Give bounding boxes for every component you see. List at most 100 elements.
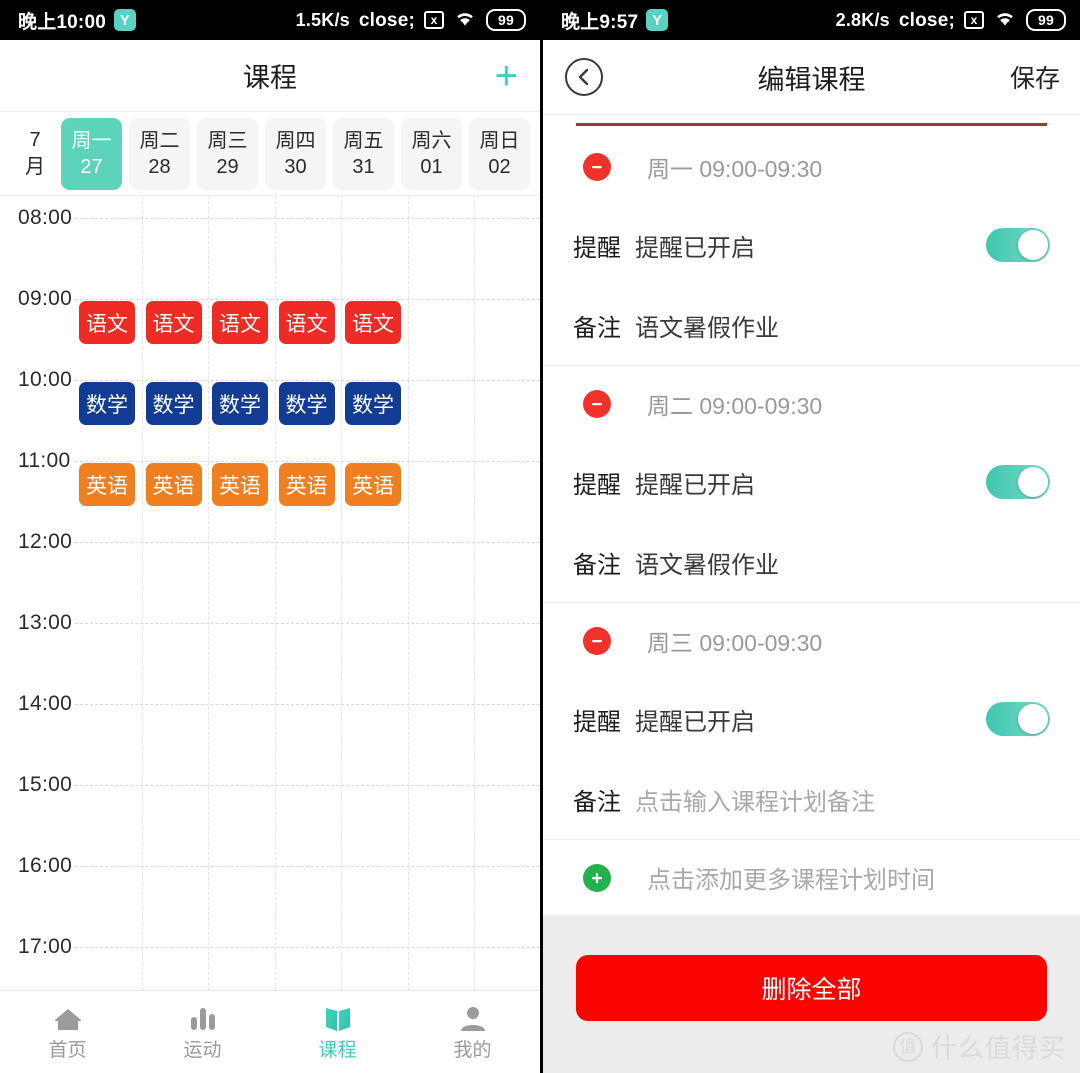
plan-group-2: 周二 09:00-09:30 提醒 提醒已开启 备注 语文暑假作业 [543,365,1080,602]
course-block[interactable]: 英语 [145,463,202,506]
add-plan-row[interactable]: 点击添加更多课程计划时间 [543,839,1080,915]
hour-label: 11:00 [18,449,71,472]
tab-home[interactable]: 首页 [0,1004,135,1060]
note-label: 备注 [573,551,621,579]
battery-indicator: 99 [486,8,526,32]
status-right: 2.8K/s close; x 99 [836,8,1066,32]
hour-label: 14:00 [18,692,73,715]
day-chip-thursday[interactable]: 周四 30 [265,117,326,190]
hour-gridline [75,623,540,624]
grid-column-divider [341,196,342,990]
note-value[interactable]: 点击输入课程计划备注 [635,782,1050,817]
tab-label: 运动 [183,1040,222,1061]
hour-gridline [75,785,540,786]
plan-remind-row[interactable]: 提醒 提醒已开启 [543,679,1080,759]
remind-toggle[interactable] [986,228,1050,262]
save-button[interactable]: 保存 [1010,59,1060,95]
tab-sports[interactable]: 运动 [135,1004,270,1060]
day-number: 28 [148,155,171,178]
day-number: 01 [420,155,443,178]
wifi-icon [453,9,477,32]
day-number: 30 [284,155,307,178]
day-chip-wednesday[interactable]: 周三 29 [197,117,258,190]
plan-time-row[interactable]: 周一 09:00-09:30 [543,129,1080,205]
plan-time-text: 周一 09:00-09:30 [647,156,823,182]
bar-chart-icon [188,1004,218,1034]
bluetooth-icon: close; [358,9,415,31]
chevron-left-icon [578,68,589,86]
hour-label: 08:00 [18,206,73,229]
back-button[interactable] [565,58,603,96]
no-sim-icon: x [424,11,444,29]
schedule-grid[interactable]: 08:00 09:00 10:00 11:00 12:00 13:00 14:00 15:00… [0,196,540,990]
day-weekday: 周三 [207,129,248,152]
notification-app-icon: Y [646,9,669,31]
plan-note-row[interactable]: 备注 点击输入课程计划备注 [543,759,1080,839]
remind-value: 提醒已开启 [635,471,755,499]
note-label: 备注 [573,314,621,342]
book-icon [323,1004,353,1034]
hour-gridline [75,542,540,543]
hour-gridline [75,218,540,219]
course-block[interactable]: 英语 [79,463,135,506]
hour-gridline [75,380,540,381]
day-chip-friday[interactable]: 周五 31 [333,117,394,190]
plan-note-row[interactable]: 备注 语文暑假作业 [543,522,1080,602]
course-block[interactable]: 语文 [145,301,202,344]
remind-toggle[interactable] [986,465,1050,499]
note-value[interactable]: 语文暑假作业 [635,545,1050,580]
remind-toggle[interactable] [986,702,1050,736]
course-block[interactable]: 英语 [345,463,401,506]
course-block[interactable]: 语文 [212,301,268,344]
left-phone-screen: 晚上10:00 Y 1.5K/s close; x 99 课程 + 7 月 周一… [0,0,540,1073]
minus-circle-icon[interactable] [583,153,611,181]
plan-list-scroll[interactable]: 周一 09:00-09:30 提醒 提醒已开启 备注 语文暑假作业 周二 09:… [543,115,1080,1073]
plan-remind-row[interactable]: 提醒 提醒已开启 [543,442,1080,522]
dual-screenshot: 晚上10:00 Y 1.5K/s close; x 99 课程 + 7 月 周一… [0,0,1080,1073]
bottom-tab-bar[interactable]: 首页 运动 课程 我的 [0,990,540,1073]
day-chip-saturday[interactable]: 周六 01 [401,117,462,190]
minus-circle-icon[interactable] [583,627,611,655]
day-chip-tuesday[interactable]: 周二 28 [129,117,190,190]
day-chip-monday[interactable]: 周一 27 [61,117,122,190]
plan-remind-row[interactable]: 提醒 提醒已开启 [543,205,1080,285]
course-block[interactable]: 数学 [145,382,202,425]
wifi-icon [993,9,1017,32]
plan-time-text: 周二 09:00-09:30 [647,393,823,419]
add-course-button[interactable]: + [495,56,518,96]
bluetooth-icon: close; [898,9,955,31]
add-plan-label: 点击添加更多课程计划时间 [647,867,935,894]
tab-profile[interactable]: 我的 [405,1004,540,1060]
course-block[interactable]: 语文 [345,301,401,344]
course-block[interactable]: 语文 [79,301,135,344]
day-number: 02 [488,155,511,178]
plan-time-row[interactable]: 周三 09:00-09:30 [543,603,1080,679]
day-selector-strip[interactable]: 7 月 周一 27 周二 28 周三 29 周四 30 周五 31 周六 01 … [0,112,540,196]
day-chip-sunday[interactable]: 周日 02 [469,117,530,190]
course-block[interactable]: 数学 [212,382,268,425]
course-block[interactable]: 英语 [212,463,268,506]
tab-courses[interactable]: 课程 [270,1004,405,1060]
day-number: 31 [352,155,375,178]
status-left: 晚上9:57 Y [561,7,669,34]
plan-group-1: 周一 09:00-09:30 提醒 提醒已开启 备注 语文暑假作业 [543,129,1080,365]
course-block[interactable]: 英语 [278,463,335,506]
grid-column-divider [274,196,276,990]
plus-circle-icon[interactable] [583,863,611,892]
plan-note-row[interactable]: 备注 语文暑假作业 [543,285,1080,365]
page-title: 编辑课程 [757,64,866,95]
right-phone-screen: 晚上9:57 Y 2.8K/s close; x 99 编辑课程 保存 周一 0… [540,0,1080,1073]
toggle-knob [1018,704,1048,734]
hour-label: 09:00 [18,287,73,310]
minus-circle-icon[interactable] [583,390,611,418]
grid-column-divider [474,196,475,990]
month-label: 7 月 [16,127,54,181]
course-block[interactable]: 数学 [278,382,335,425]
course-block[interactable]: 数学 [79,382,135,425]
site-watermark: 值 什么值得买 [892,1028,1066,1065]
delete-all-button[interactable]: 删除全部 [576,955,1047,1021]
course-block[interactable]: 语文 [278,301,335,344]
plan-time-row[interactable]: 周二 09:00-09:30 [543,366,1080,442]
note-value[interactable]: 语文暑假作业 [635,308,1050,343]
course-block[interactable]: 数学 [345,382,401,425]
